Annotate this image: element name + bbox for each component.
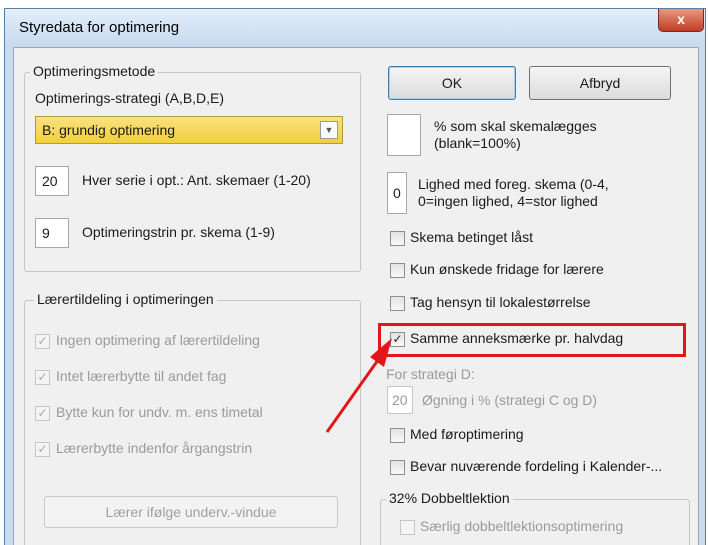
arrow-shaft: [325, 359, 380, 433]
annotation-arrow: [325, 338, 392, 433]
arrow-head-icon: [370, 338, 392, 367]
